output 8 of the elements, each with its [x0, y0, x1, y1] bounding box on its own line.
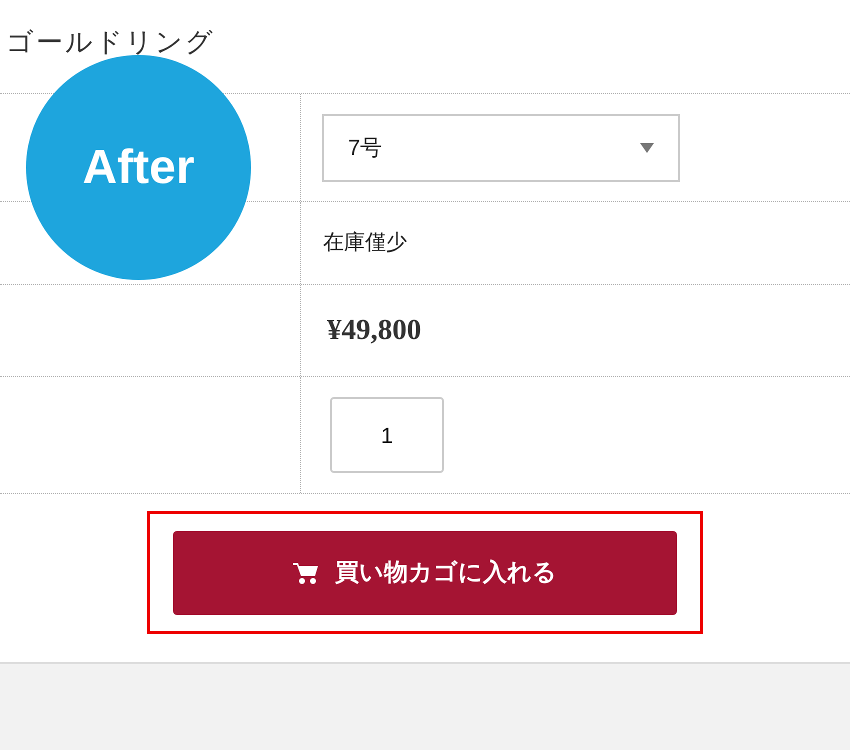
stock-status: 在庫僅少 — [323, 230, 407, 256]
quantity-field[interactable]: 1 — [330, 397, 444, 473]
caret-icon — [640, 142, 654, 152]
after-badge: After — [26, 55, 251, 280]
price: ¥49,800 — [327, 312, 422, 348]
size-select[interactable]: 7号 — [322, 114, 680, 182]
cart-icon — [293, 560, 319, 584]
add-to-cart-button[interactable]: 買い物カゴに入れる — [173, 530, 677, 614]
